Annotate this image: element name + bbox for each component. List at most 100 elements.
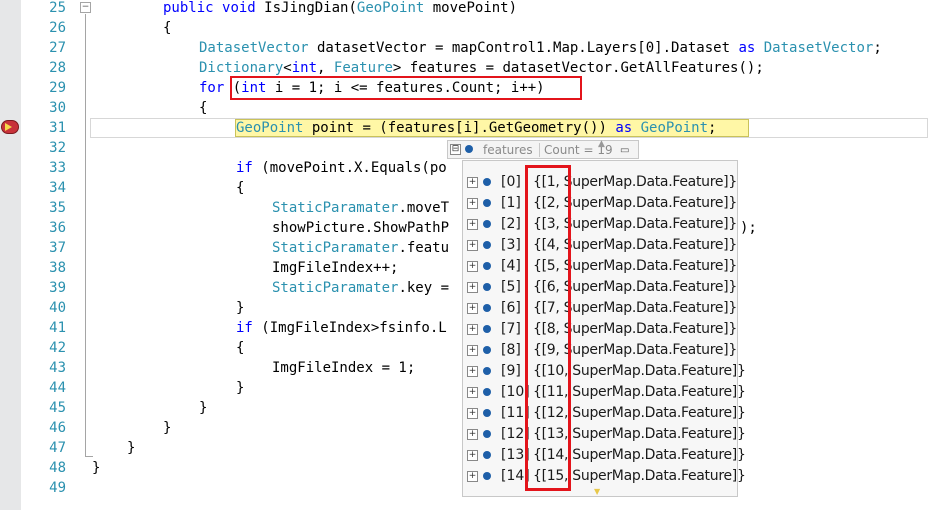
code-line-38: ImgFileIndex++;	[272, 260, 399, 276]
type-name: GeoPoint	[356, 0, 425, 16]
list-item[interactable]: + [9] {[10, SuperMap.Data.Feature]}	[463, 361, 746, 382]
expand-icon[interactable]: +	[467, 429, 478, 440]
code-line-48: }	[92, 460, 101, 476]
code-text: .moveT	[398, 200, 450, 216]
code-line-42: {	[236, 340, 245, 356]
list-item[interactable]: + [2] {[3, SuperMap.Data.Feature]}	[463, 214, 737, 235]
code-line-26: {	[163, 20, 172, 36]
list-item[interactable]: + [12] {[13, SuperMap.Data.Feature]}	[463, 424, 746, 445]
object-icon	[483, 409, 491, 417]
code-line-28: Dictionary<int, Feature> features = data…	[199, 58, 764, 78]
line-number: 49	[49, 480, 66, 496]
expand-icon[interactable]: +	[467, 450, 478, 461]
code-line-37: StaticParamater.featu	[272, 238, 449, 258]
item-index: [8]	[501, 342, 521, 358]
item-index: [3]	[501, 237, 521, 253]
object-icon	[483, 451, 491, 459]
annotation-box-for-condition	[230, 76, 582, 100]
line-number: 48	[49, 460, 66, 476]
code-line-36-tail: );	[740, 220, 757, 236]
object-icon	[483, 199, 491, 207]
list-item[interactable]: + [3] {[4, SuperMap.Data.Feature]}	[463, 235, 737, 256]
line-number: 29	[49, 80, 66, 96]
line-number: 40	[49, 300, 66, 316]
scroll-down-icon[interactable]: ▼	[594, 487, 600, 496]
list-item[interactable]: + [0] {[1, SuperMap.Data.Feature]}	[463, 172, 737, 193]
type-name: StaticParamater	[272, 240, 399, 256]
line-number: 47	[49, 440, 66, 456]
object-icon	[483, 472, 491, 480]
expand-icon[interactable]: +	[467, 198, 478, 209]
list-item[interactable]: + [8] {[9, SuperMap.Data.Feature]}	[463, 340, 737, 361]
expand-icon[interactable]: +	[467, 387, 478, 398]
item-index: [2]	[501, 216, 521, 232]
item-index: [4]	[501, 258, 521, 274]
type-name: GeoPoint	[236, 120, 304, 136]
list-item[interactable]: + [1] {[2, SuperMap.Data.Feature]}	[463, 193, 737, 214]
list-item[interactable]: + [13] {[14, SuperMap.Data.Feature]}	[463, 445, 746, 466]
expand-icon[interactable]: +	[467, 408, 478, 419]
line-number: 46	[49, 420, 66, 436]
scroll-up-icon[interactable]: ▲	[598, 139, 605, 149]
object-icon	[483, 430, 491, 438]
expand-icon[interactable]: +	[467, 303, 478, 314]
collapse-datatip-icon[interactable]: ⊟	[450, 144, 461, 155]
datatip-list[interactable]: + [0] {[1, SuperMap.Data.Feature]} + [1] {[2…	[462, 160, 746, 497]
code-line-30: {	[199, 100, 208, 116]
pin-icon[interactable]: ▭	[620, 145, 629, 156]
code-line-35: StaticParamater.moveT	[272, 198, 449, 218]
object-icon	[483, 304, 491, 312]
line-number: 36	[49, 220, 66, 236]
code-text: ;	[873, 40, 882, 56]
code-text: ;	[708, 120, 717, 136]
annotation-box-for-keys	[525, 165, 571, 491]
expand-icon[interactable]: +	[467, 240, 478, 251]
object-icon	[483, 220, 491, 228]
list-item[interactable]: + [5] {[6, SuperMap.Data.Feature]}	[463, 277, 737, 298]
list-item[interactable]: + [6] {[7, SuperMap.Data.Feature]}	[463, 298, 737, 319]
expand-icon[interactable]: +	[467, 282, 478, 293]
code-line-46: }	[163, 420, 172, 436]
keyword: int	[291, 60, 318, 76]
keyword: void	[222, 0, 256, 16]
line-number: 44	[49, 380, 66, 396]
code-line-31: GeoPoint point = (features[i].GetGeometr…	[236, 118, 716, 138]
list-item[interactable]: + [14] {[15, SuperMap.Data.Feature]}	[463, 466, 746, 487]
line-number: 43	[49, 360, 66, 376]
line-number: 34	[49, 180, 66, 196]
line-number: 30	[49, 100, 66, 116]
type-name: DatasetVector	[763, 40, 874, 56]
expand-icon[interactable]: +	[467, 261, 478, 272]
datatip-header[interactable]: ⊟ features Count = 19 ▲ ▭	[447, 139, 639, 159]
outline-guide	[85, 14, 86, 456]
collapse-region-icon[interactable]: −	[80, 2, 91, 13]
line-number: 45	[49, 400, 66, 416]
breakpoint-margin[interactable]	[0, 0, 21, 510]
expand-icon[interactable]: +	[467, 177, 478, 188]
code-line-43: ImgFileIndex = 1;	[272, 360, 416, 376]
breakpoint-current-icon[interactable]	[1, 120, 19, 134]
method-name: IsJingDian(	[264, 0, 357, 16]
line-number: 42	[49, 340, 66, 356]
expand-icon[interactable]: +	[467, 219, 478, 230]
line-number: 33	[49, 160, 66, 176]
expand-icon[interactable]: +	[467, 324, 478, 335]
code-line-27: DatasetVector datasetVector = mapControl…	[199, 38, 882, 58]
code-text: <	[283, 60, 292, 76]
list-item[interactable]: + [4] {[5, SuperMap.Data.Feature]}	[463, 256, 737, 277]
code-line-44: }	[236, 380, 245, 396]
code-text: point = (features[i].GetGeometry())	[303, 120, 616, 136]
expand-icon[interactable]: +	[467, 471, 478, 482]
outline-guide-end	[85, 456, 93, 457]
object-icon	[483, 388, 491, 396]
type-name: StaticParamater	[272, 200, 399, 216]
list-item[interactable]: + [10] {[11, SuperMap.Data.Feature]}	[463, 382, 746, 403]
line-number: 41	[49, 320, 66, 336]
list-item[interactable]: + [7] {[8, SuperMap.Data.Feature]}	[463, 319, 737, 340]
code-text: .featu	[398, 240, 450, 256]
expand-icon[interactable]: +	[467, 345, 478, 356]
expand-icon[interactable]: +	[467, 366, 478, 377]
code-line-41: if (ImgFileIndex>fsinfo.L	[236, 318, 447, 338]
list-item[interactable]: + [11] {[12, SuperMap.Data.Feature]}	[463, 403, 746, 424]
keyword: for	[199, 80, 225, 96]
